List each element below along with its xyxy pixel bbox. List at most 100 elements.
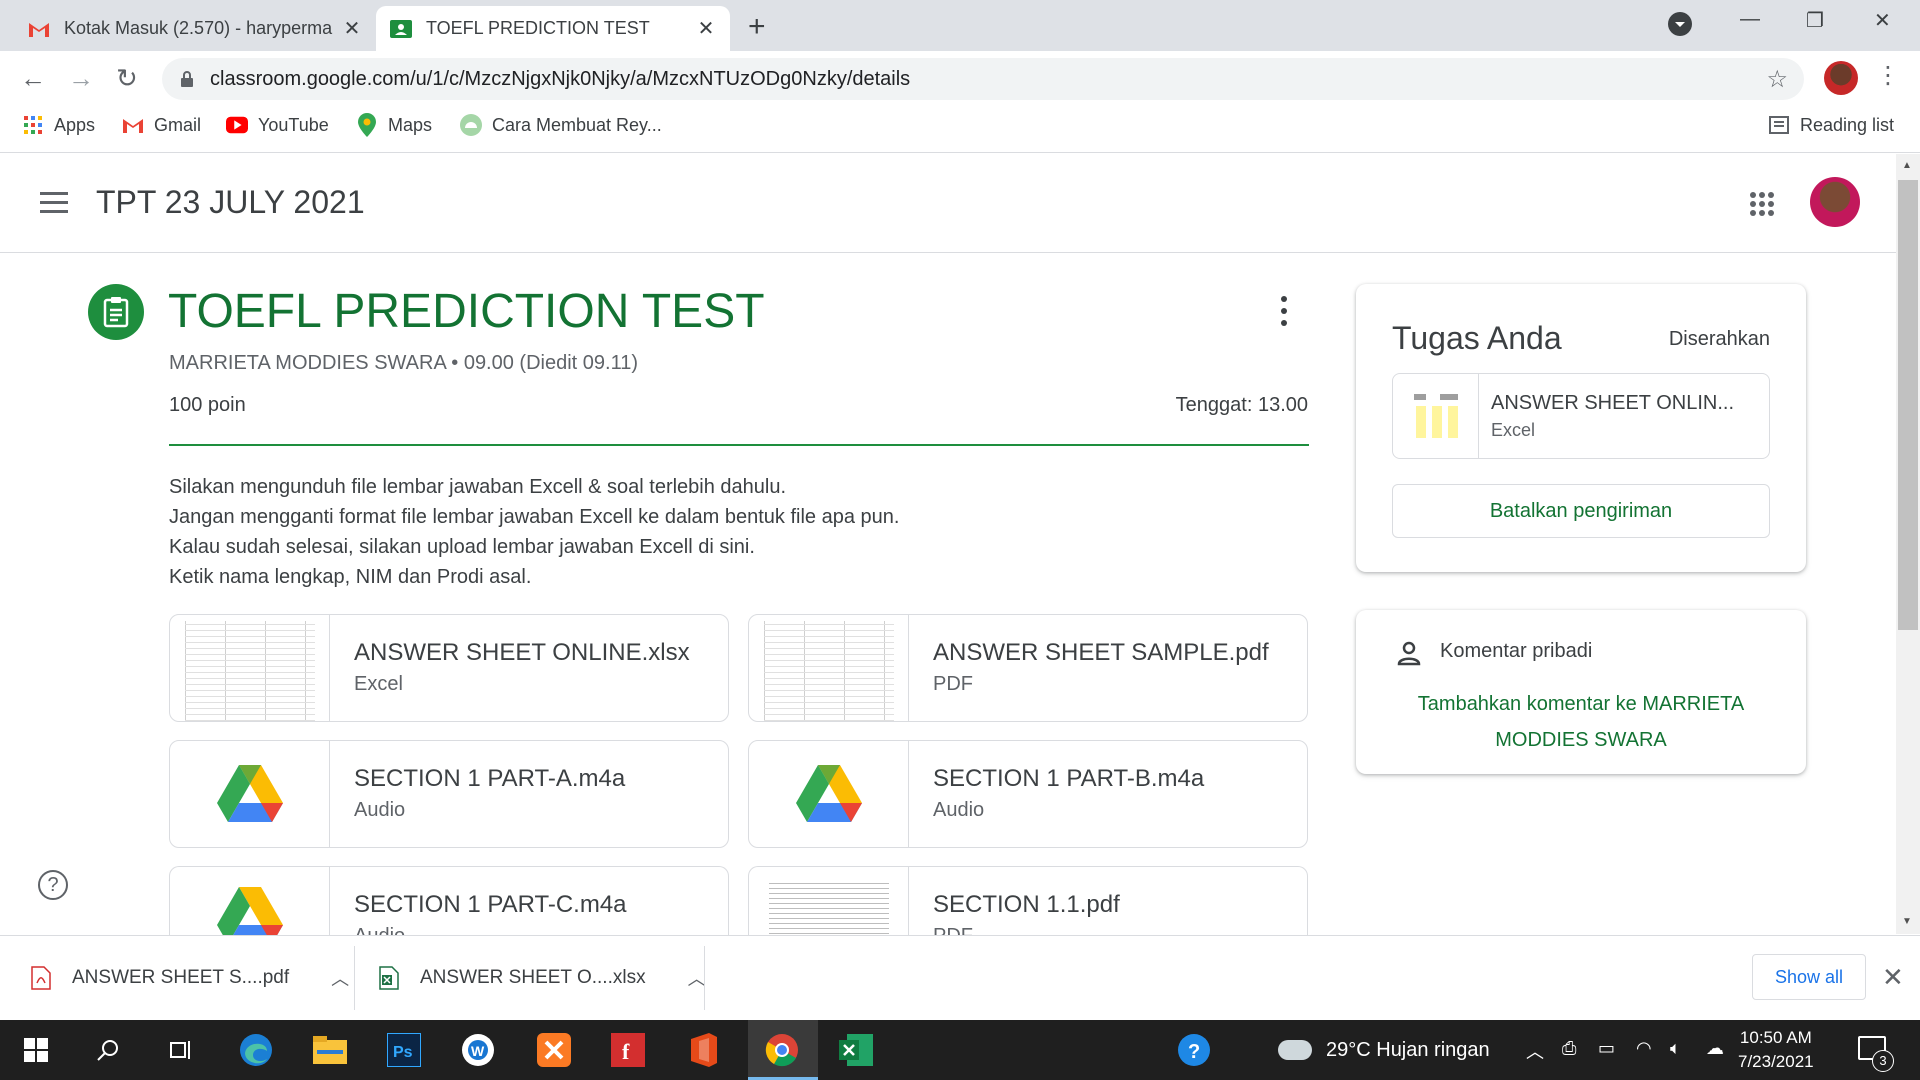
downloads-bar: ANSWER SHEET S....pdf ︿ ANSWER SHEET O..… (0, 935, 1920, 1019)
volume-icon[interactable]: 🔈︎ (1670, 1038, 1681, 1059)
attachment-card[interactable]: SECTION 1 PART-C.m4a Audio (169, 866, 729, 935)
account-avatar[interactable] (1810, 177, 1860, 227)
close-tab-icon[interactable]: ✕ (342, 16, 362, 41)
edge-icon[interactable] (238, 1032, 274, 1068)
bookmarks-bar: Apps Gmail YouTube Maps Cara Membuat Rey… (0, 106, 1920, 153)
main-menu-icon[interactable] (40, 192, 68, 213)
weather-text: 29°C Hujan ringan (1326, 1038, 1490, 1061)
system-clock[interactable]: 10:50 AM 7/23/2021 (1738, 1026, 1814, 1074)
download-item[interactable]: ANSWER SHEET O....xlsx ︿ (378, 936, 706, 1020)
excel-icon[interactable] (838, 1032, 874, 1068)
instruction-line: Ketik nama lengkap, NIM dan Prodi asal. (169, 566, 532, 588)
attachment-type: Excel (354, 673, 403, 695)
office-icon[interactable] (686, 1032, 722, 1068)
meet-now-icon[interactable]: ⎙ (1562, 1038, 1576, 1059)
bookmark-star-icon[interactable]: ☆ (1766, 65, 1788, 94)
assignment-title: TOEFL PREDICTION TEST (168, 285, 765, 338)
bookmark-apps[interactable]: Apps (22, 114, 95, 136)
battery-icon[interactable]: ▭ (1598, 1038, 1615, 1059)
attachment-card[interactable]: ANSWER SHEET SAMPLE.pdf PDF (748, 614, 1308, 722)
spreadsheet-thumbnail (170, 615, 330, 721)
scroll-down-icon[interactable]: ▼ (1902, 916, 1912, 927)
submitted-file-name: ANSWER SHEET ONLIN... (1491, 392, 1735, 414)
svg-text:Ps: Ps (393, 1044, 413, 1061)
help-app-icon[interactable]: ? (1176, 1032, 1212, 1068)
bookmark-maps[interactable]: Maps (356, 113, 432, 137)
address-bar[interactable]: classroom.google.com/u/1/c/MzczNjgxNjk0N… (162, 58, 1804, 100)
attachment-card[interactable]: SECTION 1.1.pdf PDF (748, 866, 1308, 935)
photoshop-icon[interactable]: Ps (386, 1032, 422, 1068)
profile-avatar[interactable] (1824, 61, 1858, 95)
excel-file-icon (378, 966, 400, 990)
chevron-up-icon[interactable]: ︿ (331, 965, 349, 991)
scroll-up-icon[interactable]: ▲ (1902, 160, 1912, 171)
private-comments-label: Komentar pribadi (1440, 640, 1593, 662)
minimize-icon[interactable]: — (1740, 8, 1760, 31)
pdf-thumbnail (749, 615, 909, 721)
app-w-icon[interactable]: W (460, 1032, 496, 1068)
browser-toolbar: ← → ↻ classroom.google.com/u/1/c/MzczNjg… (0, 51, 1920, 106)
tab-search-icon[interactable] (1668, 12, 1692, 36)
xampp-icon[interactable] (536, 1032, 572, 1068)
tab-classroom[interactable]: TOEFL PREDICTION TEST ✕ (376, 6, 730, 51)
scrollbar-thumb[interactable] (1898, 180, 1918, 630)
search-icon[interactable] (90, 1032, 126, 1068)
restore-icon[interactable]: ❐ (1806, 8, 1824, 33)
help-icon[interactable]: ? (38, 870, 68, 900)
classroom-icon (390, 18, 412, 40)
chrome-icon[interactable] (764, 1032, 800, 1068)
submitted-file[interactable]: ANSWER SHEET ONLIN... Excel (1392, 373, 1770, 459)
weather-widget[interactable]: 29°C Hujan ringan (1278, 1020, 1490, 1080)
svg-text:f: f (622, 1039, 630, 1064)
document-thumbnail (749, 867, 909, 935)
lock-icon (180, 71, 194, 87)
task-view-icon[interactable] (162, 1032, 198, 1068)
chrome-menu-icon[interactable]: ⋮ (1876, 61, 1900, 90)
url-text: classroom.google.com/u/1/c/MzczNjgxNjk0N… (210, 67, 911, 90)
close-icon[interactable]: ✕ (1882, 962, 1904, 993)
chevron-up-icon[interactable]: ︿ (1526, 1038, 1544, 1064)
reload-icon[interactable]: ↻ (116, 63, 138, 94)
bookmark-android[interactable]: Cara Membuat Rey... (460, 114, 662, 136)
attachment-type: Audio (354, 925, 405, 935)
download-item[interactable]: ANSWER SHEET S....pdf ︿ (30, 936, 349, 1020)
assignment-due: Tenggat: 13.00 (1175, 394, 1308, 416)
reading-list-label: Reading list (1800, 114, 1895, 135)
more-options-icon[interactable] (1280, 296, 1288, 326)
google-drive-icon (170, 741, 330, 847)
close-window-icon[interactable]: ✕ (1874, 8, 1891, 33)
file-explorer-icon[interactable] (312, 1032, 348, 1068)
attachment-card[interactable]: ANSWER SHEET ONLINE.xlsx Excel (169, 614, 729, 722)
bookmark-label: Gmail (154, 114, 202, 135)
attachment-card[interactable]: SECTION 1 PART-B.m4a Audio (748, 740, 1308, 848)
bookmark-label: Apps (54, 114, 96, 135)
svg-text:?: ? (1188, 1041, 1200, 1063)
forward-arrow-icon[interactable]: → (68, 63, 94, 94)
back-arrow-icon[interactable]: ← (20, 63, 46, 94)
attachment-name: SECTION 1 PART-B.m4a (933, 765, 1205, 792)
assignment-icon (88, 284, 144, 340)
foxit-icon[interactable]: f (610, 1032, 646, 1068)
wifi-icon[interactable]: ◠ (1636, 1038, 1652, 1059)
instruction-line: Silakan mengunduh file lembar jawaban Ex… (169, 476, 787, 498)
google-apps-icon[interactable] (1750, 192, 1774, 216)
unsubmit-button[interactable]: Batalkan pengiriman (1392, 484, 1770, 538)
class-title[interactable]: TPT 23 JULY 2021 (96, 184, 365, 221)
attachment-card[interactable]: SECTION 1 PART-A.m4a Audio (169, 740, 729, 848)
close-tab-icon[interactable]: ✕ (696, 16, 716, 41)
onedrive-icon[interactable]: ☁︎ (1706, 1038, 1724, 1059)
assignment-instructions: Silakan mengunduh file lembar jawaban Ex… (169, 472, 899, 592)
chevron-up-icon[interactable]: ︿ (688, 965, 706, 991)
divider (169, 444, 1309, 446)
bookmark-gmail[interactable]: Gmail (122, 114, 201, 136)
windows-start-icon[interactable] (18, 1032, 54, 1068)
attachment-name: ANSWER SHEET SAMPLE.pdf (933, 639, 1269, 666)
assignment-meta: MARRIETA MODDIES SWARA • 09.00 (Diedit 0… (169, 352, 638, 374)
reading-list-button[interactable]: Reading list (1768, 114, 1894, 136)
show-all-downloads-button[interactable]: Show all (1752, 954, 1866, 1000)
new-tab-button[interactable]: + (748, 10, 766, 44)
assignment-points: 100 poin (169, 394, 246, 416)
tab-gmail[interactable]: Kotak Masuk (2.570) - haryperma ✕ (14, 6, 376, 51)
bookmark-youtube[interactable]: YouTube (226, 114, 329, 136)
add-private-comment-link[interactable]: Tambahkan komentar ke MARRIETA MODDIES S… (1386, 686, 1776, 758)
